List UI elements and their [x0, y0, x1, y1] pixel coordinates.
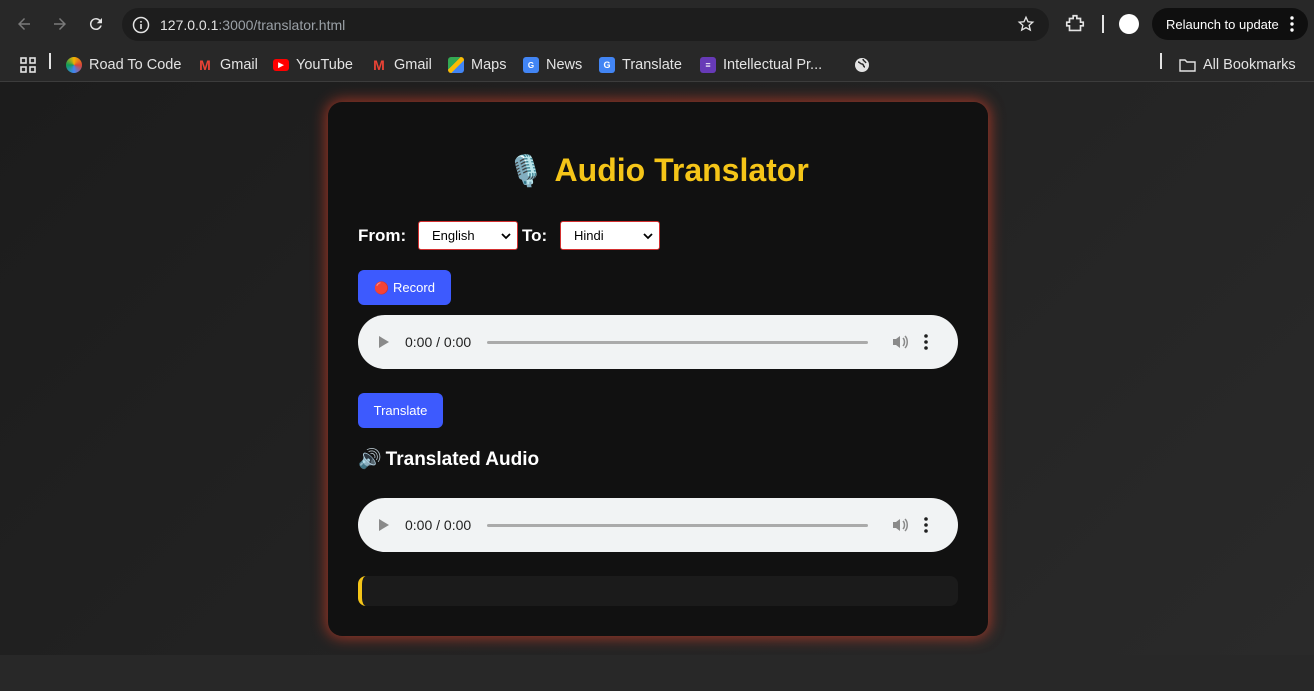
bookmark-gmail-2[interactable]: M Gmail — [371, 53, 432, 77]
record-button[interactable]: 🔴 Record — [358, 270, 451, 305]
apps-button[interactable] — [20, 53, 36, 77]
microphone-icon: 🎙️ — [507, 155, 545, 188]
bookmark-maps[interactable]: Maps — [448, 53, 506, 77]
extensions-icon[interactable] — [1064, 13, 1086, 35]
arrow-right-icon — [54, 18, 66, 30]
translated-time: 0:00 / 0:00 — [405, 517, 472, 533]
arrow-left-icon — [18, 18, 30, 30]
news-icon: G — [523, 57, 539, 73]
translate-icon: G — [599, 57, 615, 73]
chevron-down-icon — [643, 233, 653, 240]
browser-toolbar: 127.0.0.1:3000/translator.html Relaunch … — [0, 0, 1314, 48]
more-vert-icon[interactable] — [924, 516, 928, 534]
from-language-select[interactable]: English — [418, 221, 518, 250]
bookmark-news[interactable]: G News — [523, 53, 582, 77]
youtube-icon: ▶ — [273, 59, 289, 71]
maps-icon — [448, 57, 464, 73]
recorded-audio-player[interactable]: 0:00 / 0:00 — [358, 315, 958, 369]
bookmarks-divider — [1160, 53, 1162, 69]
page-bottom-area — [0, 655, 1314, 691]
recorded-time: 0:00 / 0:00 — [405, 334, 472, 350]
to-language-select[interactable]: Hindi — [560, 221, 660, 250]
list-icon: ≡ — [700, 57, 716, 73]
road-to-code-icon — [66, 57, 82, 73]
speaker-icon: 🔊 — [358, 449, 382, 470]
volume-icon[interactable] — [891, 516, 909, 534]
chevron-down-icon — [501, 233, 511, 240]
bookmark-gmail[interactable]: M Gmail — [197, 53, 258, 77]
bookmark-road-to-code[interactable]: Road To Code — [66, 53, 181, 77]
bookmark-translate[interactable]: G Translate — [599, 53, 682, 77]
translated-audio-heading: 🔊 Translated Audio — [358, 449, 540, 470]
from-label: From: — [358, 226, 407, 245]
address-bar[interactable]: 127.0.0.1:3000/translator.html — [122, 8, 1049, 41]
back-button[interactable] — [12, 12, 36, 36]
translate-button[interactable]: Translate — [358, 393, 443, 428]
reload-button[interactable] — [84, 12, 108, 36]
all-bookmarks-button[interactable]: All Bookmarks — [1179, 53, 1296, 77]
bookmark-globe[interactable] — [854, 53, 870, 77]
bookmark-intellectual-property[interactable]: ≡ Intellectual Pr... — [700, 53, 822, 77]
toolbar-divider — [1102, 15, 1104, 33]
play-icon[interactable] — [378, 518, 390, 532]
translator-card: 🎙️ Audio Translator From: English To: Hin… — [328, 102, 988, 636]
page-title: 🎙️ Audio Translator — [507, 152, 809, 188]
folder-icon — [1179, 59, 1196, 72]
play-icon[interactable] — [378, 335, 390, 349]
more-vert-icon — [1290, 16, 1294, 32]
volume-icon[interactable] — [891, 333, 909, 351]
translated-seek-bar[interactable] — [487, 524, 868, 527]
gmail-icon: M — [199, 57, 211, 73]
reload-icon — [89, 18, 102, 31]
translation-output-box — [358, 576, 958, 606]
gmail-icon: M — [373, 57, 385, 73]
bookmark-youtube[interactable]: ▶ YouTube — [273, 53, 353, 77]
url-text: 127.0.0.1:3000/translator.html — [160, 16, 346, 33]
forward-button[interactable] — [48, 12, 72, 36]
bookmarks-bar: Road To Code M Gmail ▶ YouTube M Gmail M… — [0, 48, 1314, 82]
bookmarks-divider — [49, 53, 51, 69]
star-icon[interactable] — [1017, 15, 1035, 33]
profile-avatar[interactable] — [1119, 14, 1139, 34]
globe-icon — [855, 58, 869, 72]
recorded-seek-bar[interactable] — [487, 341, 868, 344]
to-label: To: — [522, 226, 548, 245]
relaunch-button[interactable]: Relaunch to update — [1152, 8, 1308, 40]
more-vert-icon[interactable] — [924, 333, 928, 351]
apps-grid-icon — [20, 57, 36, 73]
record-dot-icon: 🔴 — [374, 280, 390, 295]
translated-audio-player[interactable]: 0:00 / 0:00 — [358, 498, 958, 552]
site-info-icon[interactable] — [130, 14, 152, 36]
